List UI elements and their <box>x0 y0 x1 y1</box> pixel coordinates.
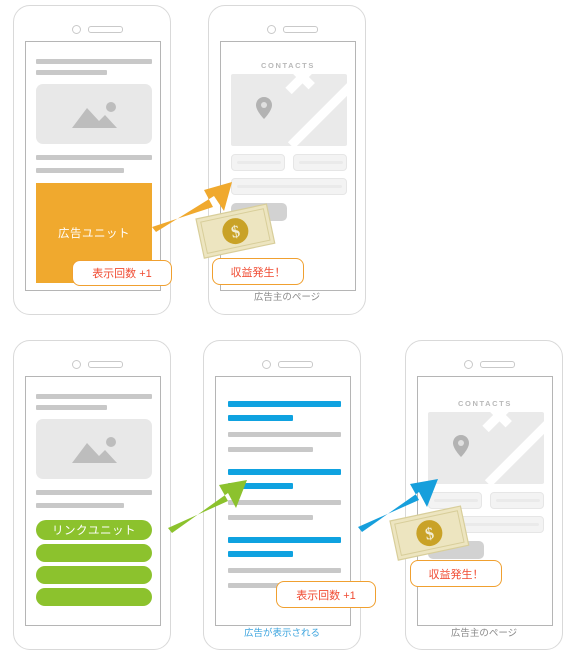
form-field[interactable] <box>231 154 285 171</box>
text-line <box>36 490 152 495</box>
screen-advertiser-top: CONTACTS <box>220 41 356 291</box>
speaker-icon <box>283 26 318 33</box>
diagram-stage: 広告ユニット 表示回数 +1 CONTACTS 収益発生！ 広告主のページ リン… <box>0 0 581 659</box>
text-line <box>36 405 107 410</box>
text-line <box>36 70 107 75</box>
form-field[interactable] <box>231 178 347 195</box>
mountain-icon <box>72 102 117 128</box>
revenue-badge-top: 収益発生！ <box>212 258 304 285</box>
text-line <box>36 155 152 160</box>
field-placeholder-dots <box>434 523 539 526</box>
form-field[interactable] <box>490 492 544 509</box>
link-unit-row[interactable] <box>36 566 152 584</box>
search-result-title[interactable] <box>228 401 341 407</box>
map-pin-icon <box>256 97 272 119</box>
speaker-icon <box>88 26 123 33</box>
impression-badge-label: 表示回数 +1 <box>296 589 356 602</box>
text-line <box>36 394 152 399</box>
screen-publisher-ad-unit: 広告ユニット <box>25 41 161 291</box>
camera-icon <box>72 360 81 369</box>
link-unit-row[interactable] <box>36 588 152 606</box>
field-placeholder-dots <box>299 161 343 164</box>
search-result-snippet <box>228 515 313 520</box>
revenue-badge-bottom: 収益発生！ <box>410 560 502 587</box>
image-placeholder <box>36 419 152 479</box>
map-placeholder <box>231 74 347 146</box>
revenue-badge-label: 収益発生！ <box>230 266 286 279</box>
submit-block[interactable] <box>231 203 287 221</box>
form-field[interactable] <box>293 154 347 171</box>
search-result-url[interactable] <box>228 415 293 421</box>
camera-icon <box>464 360 473 369</box>
search-result-title[interactable] <box>228 469 341 475</box>
caption-advertiser-top: 広告主のページ <box>253 292 321 303</box>
form-field[interactable] <box>428 516 544 533</box>
mountain-icon <box>72 437 117 463</box>
contacts-header: CONTACTS <box>458 399 512 408</box>
speaker-icon <box>278 361 313 368</box>
search-result-url[interactable] <box>228 483 293 489</box>
revenue-badge-label: 収益発生！ <box>428 568 484 581</box>
text-line <box>36 168 124 173</box>
form-field[interactable] <box>428 492 482 509</box>
screen-publisher-link-unit: リンクユニット <box>25 376 161 626</box>
map-pin-icon <box>453 435 469 457</box>
map-placeholder <box>428 412 544 484</box>
camera-icon <box>267 25 276 34</box>
text-line <box>36 503 124 508</box>
speaker-icon <box>88 361 123 368</box>
search-result-snippet <box>228 500 341 505</box>
field-placeholder-dots <box>434 499 478 502</box>
impression-badge-ad-unit: 表示回数 +1 <box>72 260 172 286</box>
submit-block[interactable] <box>428 541 484 559</box>
link-unit-row[interactable] <box>36 544 152 562</box>
impression-badge-label: 表示回数 +1 <box>92 268 152 280</box>
field-placeholder-dots <box>496 499 540 502</box>
field-placeholder-dots <box>237 185 342 188</box>
search-result-title[interactable] <box>228 537 341 543</box>
contacts-header: CONTACTS <box>261 61 315 70</box>
screen-advertiser-bottom: CONTACTS <box>417 376 553 626</box>
speaker-icon <box>480 361 515 368</box>
search-result-snippet <box>228 568 341 573</box>
caption-search-results: 広告が表示される <box>243 628 320 639</box>
image-placeholder <box>36 84 152 144</box>
search-result-snippet <box>228 432 341 437</box>
camera-icon <box>72 25 81 34</box>
link-unit-row[interactable]: リンクユニット <box>36 520 152 540</box>
caption-advertiser-bottom: 広告主のページ <box>450 628 518 639</box>
search-result-url[interactable] <box>228 551 293 557</box>
link-unit-label: リンクユニット <box>52 525 136 537</box>
field-placeholder-dots <box>237 161 281 164</box>
search-result-snippet <box>228 447 313 452</box>
phone-publisher-link-unit: リンクユニット <box>13 340 171 650</box>
impression-badge-search: 表示回数 +1 <box>276 581 376 608</box>
camera-icon <box>262 360 271 369</box>
text-line <box>36 59 152 64</box>
phone-advertiser-bottom: CONTACTS <box>405 340 563 650</box>
ad-unit-label: 広告ユニット <box>58 228 130 240</box>
